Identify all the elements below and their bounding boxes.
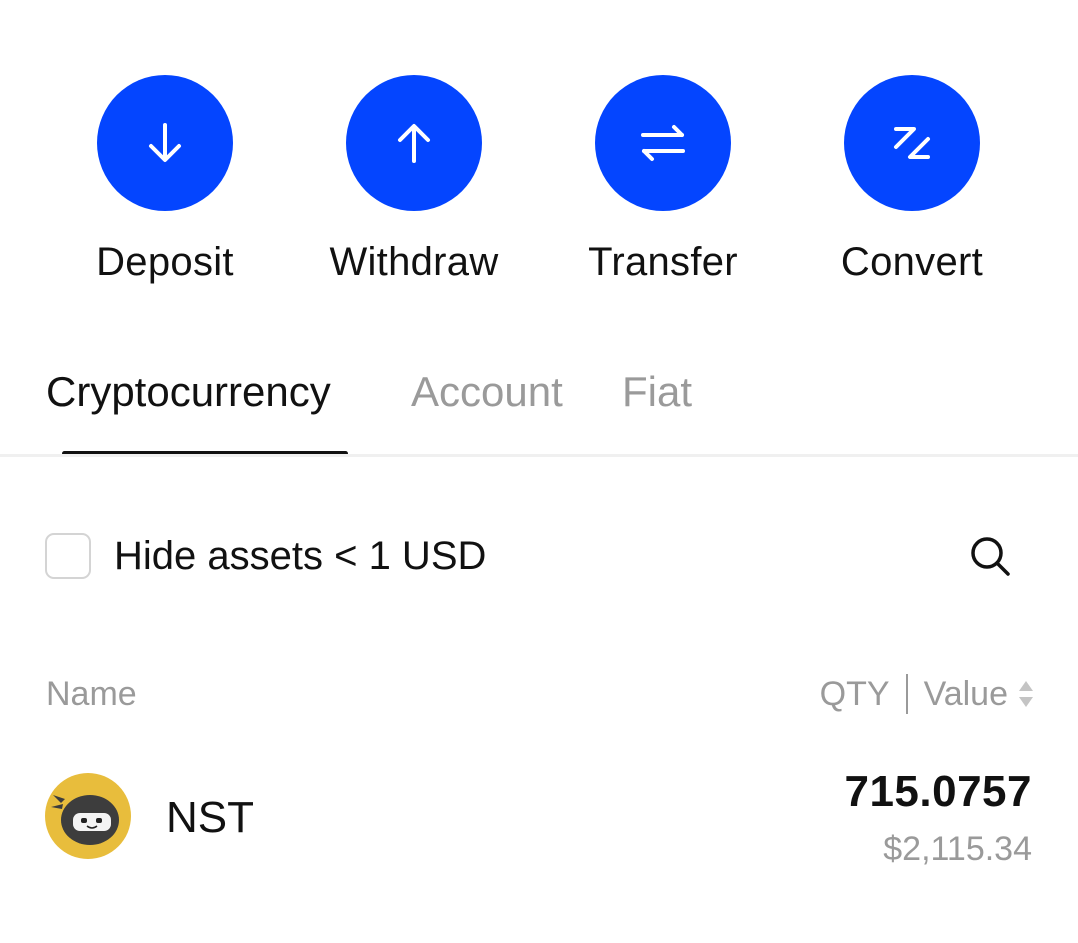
- convert-label: Convert: [840, 240, 984, 284]
- deposit-label: Deposit: [96, 240, 234, 284]
- asset-value: $2,115.34: [883, 830, 1032, 868]
- ninja-logo-icon: [45, 773, 131, 859]
- name-column-header: Name: [46, 675, 137, 713]
- withdraw-button[interactable]: Withdraw: [304, 75, 524, 285]
- value-column-header: Value: [923, 675, 1008, 713]
- withdraw-circle[interactable]: [346, 75, 482, 211]
- transfer-button[interactable]: Transfer: [553, 75, 773, 285]
- search-button[interactable]: [964, 530, 1016, 582]
- arrow-up-icon: [398, 124, 430, 163]
- convert-button[interactable]: Convert: [802, 75, 1022, 285]
- tab-fiat[interactable]: Fiat: [622, 368, 692, 416]
- asset-tabs: Cryptocurrency Account Fiat: [0, 360, 1078, 456]
- convert-circle[interactable]: [844, 75, 980, 211]
- arrow-down-icon: [149, 123, 181, 162]
- transfer-arrows-icon: [641, 125, 685, 161]
- asset-row-nst[interactable]: NST 715.0757 $2,115.34: [0, 760, 1078, 880]
- asset-table-header: Name QTY Value: [0, 670, 1078, 720]
- tab-cryptocurrency[interactable]: Cryptocurrency: [46, 368, 331, 416]
- hide-small-assets-checkbox[interactable]: [45, 533, 91, 579]
- quick-actions: Deposit Withdraw Transfer Convert: [0, 75, 1078, 295]
- qty-value-column-header[interactable]: QTY Value: [820, 672, 1034, 716]
- convert-icon: [894, 127, 930, 159]
- tab-account[interactable]: Account: [411, 368, 563, 416]
- filter-row: Hide assets < 1 USD: [0, 528, 1078, 588]
- search-icon: [971, 537, 1010, 576]
- hide-small-assets-label[interactable]: Hide assets < 1 USD: [114, 532, 486, 580]
- qty-column-header: QTY: [819, 675, 890, 713]
- transfer-circle[interactable]: [595, 75, 731, 211]
- column-separator: [905, 674, 908, 714]
- deposit-circle[interactable]: [97, 75, 233, 211]
- withdraw-label: Withdraw: [329, 240, 499, 284]
- asset-symbol: NST: [166, 793, 254, 842]
- asset-qty: 715.0757: [844, 767, 1032, 816]
- sort-icon[interactable]: [1018, 679, 1034, 709]
- transfer-label: Transfer: [588, 240, 738, 284]
- deposit-button[interactable]: Deposit: [55, 75, 275, 285]
- tabs-divider: [0, 454, 1078, 457]
